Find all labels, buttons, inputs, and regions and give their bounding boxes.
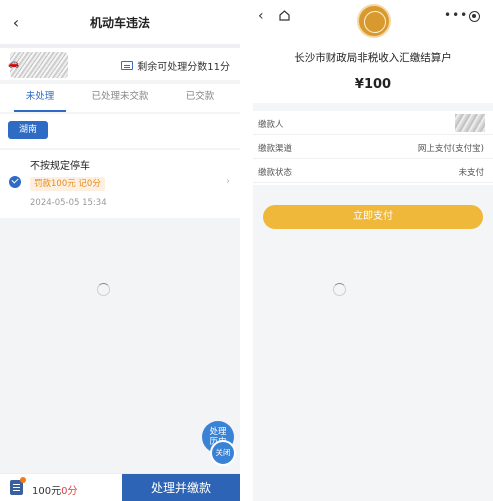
id-card-icon — [121, 61, 134, 70]
chevron-right-icon: › — [226, 176, 230, 187]
info-label: 缴款渠道 — [258, 144, 293, 154]
vehicle-row: 🚗 剩余可处理分数11分 — [0, 44, 240, 80]
info-row-status: 缴款状态 未支付 — [253, 159, 493, 183]
filter-area: 湖南 — [0, 114, 240, 148]
more-dots-icon[interactable]: ••• — [444, 8, 468, 22]
header: ‹ 机动车违法 — [0, 0, 240, 44]
panel-divider — [240, 0, 253, 501]
chevron-left-icon[interactable]: ‹ — [258, 8, 264, 24]
amount-points: 0分 — [61, 486, 78, 497]
seal-emblem — [357, 4, 391, 38]
payment-panel: ‹ ••• 长沙市财政局非税收入汇缴结算户 ¥100 缴款人 缴款渠道 网上支付… — [253, 0, 493, 501]
violation-time: 2024-05-05 15:34 — [30, 198, 107, 208]
info-label: 缴款状态 — [258, 168, 293, 178]
tab-bar: 未处理 已处理未交款 已交款 — [0, 84, 240, 112]
screenshot-root: ‹ 机动车违法 🚗 剩余可处理分数11分 未处理 已处理未交款 已交款 湖南 不… — [0, 0, 493, 501]
info-label: 缴款人 — [258, 120, 284, 130]
close-button[interactable]: 关闭 — [210, 440, 236, 466]
check-icon[interactable] — [9, 176, 21, 188]
loading-spinner-icon — [333, 283, 346, 296]
violation-title: 不按规定停车 — [30, 161, 90, 172]
pay-now-button[interactable]: 立即支付 — [263, 205, 483, 229]
fine-badge: 罚款100元 记0分 — [30, 177, 105, 191]
notification-dot — [20, 477, 26, 483]
loading-spinner-icon — [97, 283, 110, 296]
payer-name-redacted — [455, 114, 485, 132]
info-row-channel: 缴款渠道 网上支付(支付宝) — [253, 135, 493, 159]
payment-header: ‹ ••• 长沙市财政局非税收入汇缴结算户 ¥100 — [253, 0, 493, 103]
payee-title: 长沙市财政局非税收入汇缴结算户 — [294, 52, 452, 64]
history-label-1: 处理 — [209, 427, 227, 437]
total-amount: 100元0分 — [32, 482, 77, 497]
points-label: 剩余可处理分数11分 — [137, 62, 230, 73]
home-icon[interactable] — [279, 10, 290, 21]
amount-value: 100元 — [32, 486, 62, 497]
car-icon: 🚗 — [8, 59, 20, 69]
violation-item[interactable]: 不按规定停车 罚款100元 记0分 2024-05-05 15:34 › — [0, 150, 240, 218]
payment-amount: ¥100 — [354, 77, 392, 92]
target-icon[interactable] — [469, 11, 480, 22]
remaining-points: 剩余可处理分数11分 — [121, 58, 230, 73]
violation-panel: ‹ 机动车违法 🚗 剩余可处理分数11分 未处理 已处理未交款 已交款 湖南 不… — [0, 0, 240, 501]
info-value: 未支付 — [458, 168, 484, 178]
payment-info: 缴款人 缴款渠道 网上支付(支付宝) 缴款状态 未支付 — [253, 111, 493, 185]
tab-unprocessed[interactable]: 未处理 — [0, 84, 80, 112]
region-filter-chip[interactable]: 湖南 — [8, 121, 48, 139]
bottom-bar: 100元0分 处理并缴款 — [0, 473, 240, 501]
chevron-left-icon[interactable]: ‹ — [6, 10, 26, 34]
info-value: 网上支付(支付宝) — [417, 144, 484, 154]
page-title: 机动车违法 — [89, 15, 150, 30]
process-and-pay-button[interactable]: 处理并缴款 — [122, 474, 240, 501]
tab-processed-unpaid[interactable]: 已处理未交款 — [80, 84, 160, 112]
info-row-payer: 缴款人 — [253, 111, 493, 135]
tab-paid[interactable]: 已交款 — [160, 84, 240, 112]
